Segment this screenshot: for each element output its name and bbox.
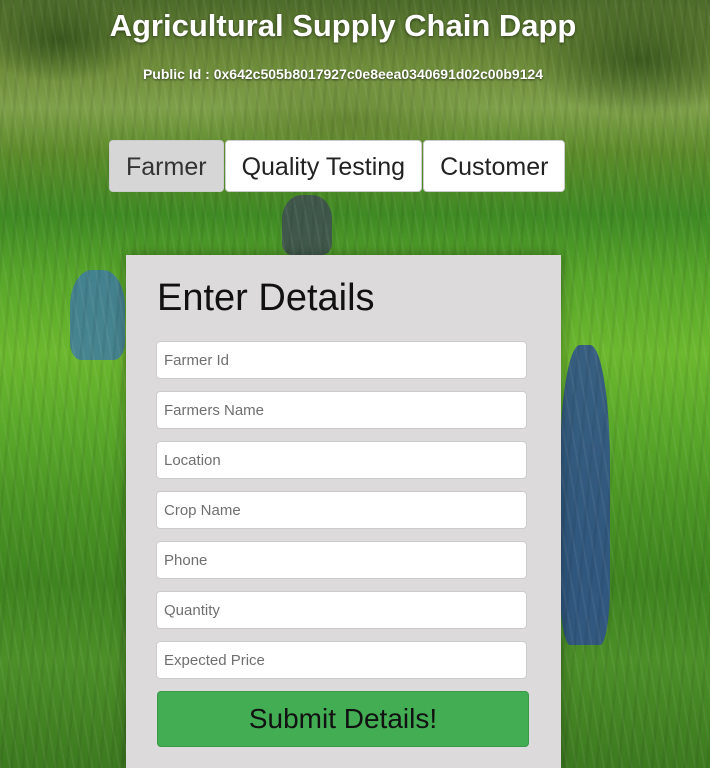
farmer-id-input[interactable] [156,341,527,379]
phone-input[interactable] [156,541,527,579]
background-farmer-center [282,195,332,255]
form-heading: Enter Details [157,277,375,319]
tab-customer[interactable]: Customer [423,140,566,192]
farmers-name-input[interactable] [156,391,527,429]
expected-price-input[interactable] [156,641,527,679]
page-title: Agricultural Supply Chain Dapp [109,8,577,43]
location-input[interactable] [156,441,527,479]
role-tabs: Farmer Quality Testing Customer [109,140,566,192]
quantity-input[interactable] [156,591,527,629]
tab-quality-testing[interactable]: Quality Testing [224,140,423,192]
crop-name-input[interactable] [156,491,527,529]
details-form-panel: Enter Details Submit Details! [126,255,561,768]
public-id-label: Public Id : 0x642c505b8017927c0e8eea0340… [142,66,544,82]
background-farmer-left [70,270,125,360]
tab-farmer[interactable]: Farmer [109,140,224,192]
background-farmer-right [560,345,610,645]
submit-details-button[interactable]: Submit Details! [157,691,529,747]
